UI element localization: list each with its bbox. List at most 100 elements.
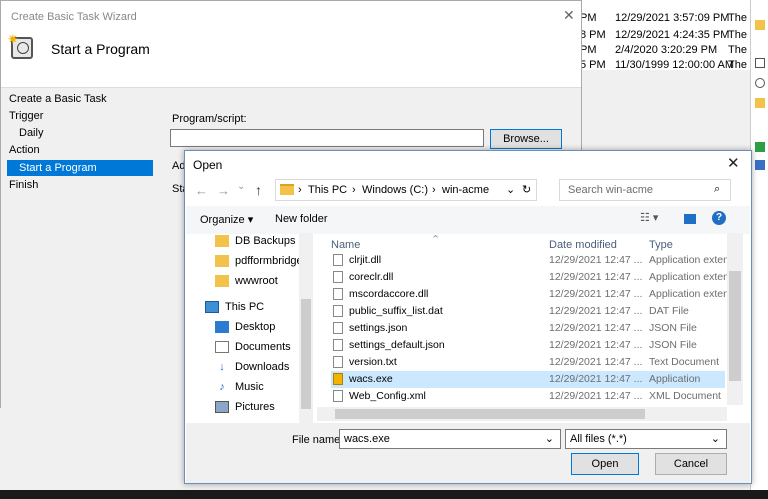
documents-icon (215, 341, 229, 354)
dll-file-icon (333, 288, 343, 300)
task-wizard-icon: ✷ (7, 31, 33, 59)
nav-music[interactable]: ♪ Music (215, 381, 263, 393)
file-name-input[interactable]: wacs.exe ⌄ (339, 429, 561, 449)
wizard-title: Create Basic Task Wizard (11, 11, 137, 23)
forward-icon[interactable]: → (217, 183, 230, 198)
nav-downloads[interactable]: ↓ Downloads (215, 361, 289, 373)
search-placeholder: Search win-acme (568, 184, 653, 196)
recent-dropdown-icon[interactable]: ⌄ (237, 181, 245, 192)
list-icon[interactable] (755, 58, 765, 68)
nav-start-program[interactable]: Start a Program (19, 162, 97, 174)
program-script-input[interactable] (170, 129, 484, 147)
dll-file-icon (333, 254, 343, 266)
folder-icon (215, 235, 229, 248)
nav-finish[interactable]: Finish (9, 179, 38, 191)
open-file-dialog: Open ✕ ← → ⌄ ↑ › This PC › Windows (C:) … (184, 150, 752, 484)
chevron-down-icon[interactable]: ⌄ (506, 183, 515, 196)
nav-scroll-thumb[interactable] (301, 299, 311, 409)
task-time: PM (580, 12, 597, 24)
organize-button[interactable]: Organize ▾ (200, 213, 253, 226)
nav-action[interactable]: Action (9, 144, 40, 156)
address-bar[interactable]: › This PC › Windows (C:) › win-acme ⌄ ↻ (275, 179, 537, 201)
preview-pane-icon[interactable] (684, 214, 696, 224)
nav-folder-pdfformbridge[interactable]: pdfformbridge.v (215, 255, 311, 268)
open-button[interactable]: Open (571, 453, 639, 475)
browse-button[interactable]: Browse... (490, 129, 562, 149)
task-author: The (728, 44, 747, 56)
nav-create-basic-task[interactable]: Create a Basic Task (9, 93, 107, 105)
column-name[interactable]: Name (331, 239, 360, 251)
breadcrumb-drive[interactable]: Windows (C:) (362, 184, 428, 196)
task-date: 2/4/2020 3:20:29 PM (615, 44, 718, 56)
task-icon[interactable] (755, 20, 765, 30)
folder-icon (215, 275, 229, 288)
file-row[interactable]: settings.json 12/29/2021 12:47 ... JSON … (331, 320, 725, 337)
nav-folder-db-backups[interactable]: DB Backups (215, 235, 296, 248)
lock-icon (333, 373, 343, 385)
nav-daily[interactable]: Daily (19, 127, 43, 139)
back-icon[interactable]: ← (195, 183, 208, 198)
task-time: PM (580, 44, 597, 56)
file-icon (333, 339, 343, 351)
taskbar (0, 490, 768, 499)
breadcrumb-this-pc[interactable]: This PC (308, 184, 347, 196)
column-date-modified[interactable]: Date modified (549, 239, 617, 251)
search-input[interactable]: Search win-acme ⌕ (559, 179, 731, 201)
column-type[interactable]: Type (649, 239, 673, 251)
file-row[interactable]: coreclr.dll 12/29/2021 12:47 ... Applica… (331, 269, 729, 286)
cancel-button[interactable]: Cancel (655, 453, 727, 475)
folder-icon (215, 255, 229, 268)
file-row-selected[interactable]: wacs.exe 12/29/2021 12:47 ... Applicatio… (331, 371, 725, 388)
close-icon[interactable]: ✕ (563, 7, 575, 24)
text-file-icon (333, 356, 343, 368)
task-date: 12/29/2021 3:57:09 PM (615, 12, 730, 24)
chevron-down-icon[interactable]: ⌄ (545, 430, 554, 448)
close-icon[interactable]: ✕ (727, 154, 740, 172)
up-arrow-icon[interactable]: ↑ (255, 182, 262, 198)
program-script-label: Program/script: (172, 113, 247, 125)
help-icon[interactable]: ? (712, 211, 726, 225)
nav-this-pc[interactable]: This PC (205, 301, 264, 314)
view-icon[interactable] (755, 78, 765, 88)
file-type-select[interactable]: All files (*.*) ⌄ (565, 429, 727, 449)
end-icon[interactable] (755, 160, 765, 170)
task-time: 5 PM (580, 59, 606, 71)
search-icon[interactable]: ⌕ (714, 183, 720, 196)
new-folder-button[interactable]: New folder (275, 213, 328, 225)
chevron-down-icon: ⌄ (710, 433, 720, 445)
folder-icon[interactable] (755, 98, 765, 108)
wizard-header: Start a Program (51, 41, 150, 57)
computer-icon (205, 301, 219, 314)
xml-file-icon (333, 390, 343, 402)
nav-trigger[interactable]: Trigger (9, 110, 43, 122)
desktop-icon (215, 321, 229, 334)
pictures-icon (215, 401, 229, 414)
horizontal-scroll-thumb[interactable] (335, 409, 645, 419)
task-time: 8 PM (580, 29, 606, 41)
file-row[interactable]: Web_Config.xml 12/29/2021 12:47 ... XML … (331, 388, 725, 405)
file-list: clrjit.dll 12/29/2021 12:47 ... Applicat… (331, 252, 729, 408)
file-icon (333, 322, 343, 334)
dll-file-icon (333, 271, 343, 283)
nav-pictures[interactable]: Pictures (215, 401, 275, 414)
nav-documents[interactable]: Documents (215, 341, 291, 354)
breadcrumb-folder[interactable]: win-acme (442, 184, 489, 196)
file-row[interactable]: version.txt 12/29/2021 12:47 ... Text Do… (331, 354, 725, 371)
nav-desktop[interactable]: Desktop (215, 321, 275, 334)
nav-folder-wwwroot[interactable]: wwwroot (215, 275, 278, 288)
file-row[interactable]: public_suffix_list.dat 12/29/2021 12:47 … (331, 303, 725, 320)
dialog-toolbar: Organize ▾ New folder ☷ ▾ ? (186, 206, 750, 234)
file-row[interactable]: settings_default.json 12/29/2021 12:47 .… (331, 337, 725, 354)
run-icon[interactable] (755, 142, 765, 152)
file-name-label: File name: (292, 434, 344, 446)
file-row[interactable]: mscordaccore.dll 12/29/2021 12:47 ... Ap… (331, 286, 729, 303)
view-options-icon[interactable]: ☷ ▾ (640, 211, 658, 224)
task-date: 11/30/1999 12:00:00 AM (615, 59, 735, 71)
refresh-icon[interactable]: ↻ (522, 183, 531, 196)
task-date: 12/29/2021 4:24:35 PM (615, 29, 730, 41)
file-list-scroll-thumb[interactable] (729, 271, 741, 381)
dialog-title: Open (193, 158, 223, 172)
file-icon (333, 305, 343, 317)
task-author: The (728, 12, 747, 24)
file-row[interactable]: clrjit.dll 12/29/2021 12:47 ... Applicat… (331, 252, 729, 269)
